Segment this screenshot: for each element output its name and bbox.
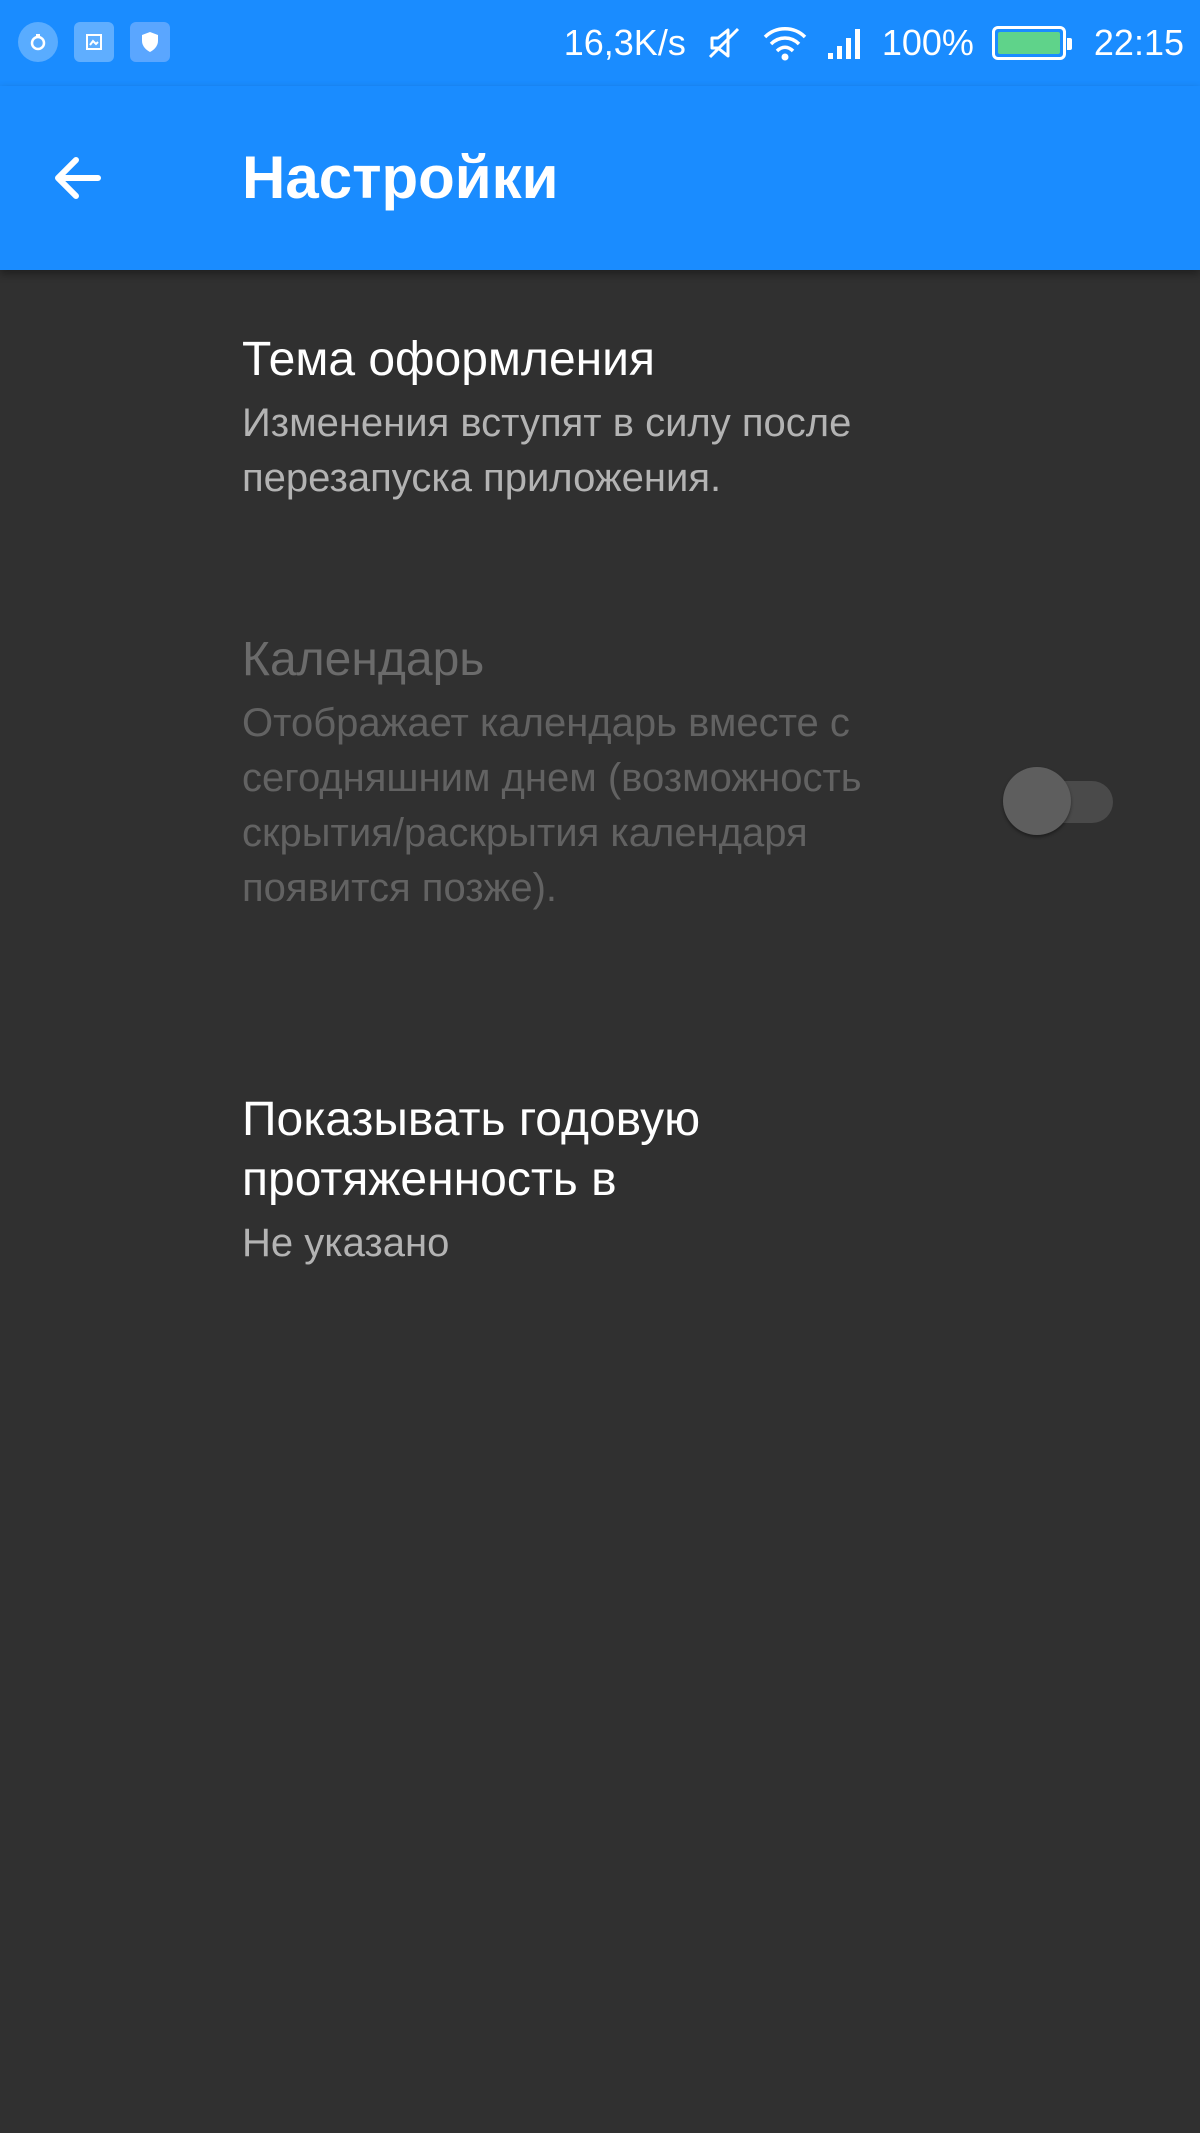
setting-year-length-summary: Не указано	[242, 1221, 450, 1265]
screenshot-icon	[74, 22, 114, 62]
setting-calendar-title: Календарь	[242, 633, 485, 686]
calendar-toggle-thumb	[1003, 767, 1071, 835]
setting-theme-title: Тема оформления	[242, 333, 655, 386]
notification-icons	[18, 22, 170, 62]
setting-theme[interactable]: Тема оформления Изменения вступят в силу…	[242, 330, 1142, 506]
network-speed: 16,3K/s	[563, 22, 686, 63]
shield-icon	[130, 22, 170, 62]
setting-year-length[interactable]: Показывать годовую протяженность в Не ук…	[242, 1090, 1142, 1271]
app-bar: Настройки	[0, 86, 1200, 270]
setting-year-length-title: Показывать годовую протяженность в	[242, 1093, 701, 1206]
calendar-toggle[interactable]	[1003, 767, 1115, 835]
signal-icon	[826, 23, 864, 63]
wifi-icon	[762, 23, 808, 63]
setting-calendar-summary: Отображает календарь вместе с сегодняшни…	[242, 701, 862, 910]
mute-icon	[704, 23, 744, 63]
status-indicators: 16,3K/s 100% 22:15	[564, 0, 1184, 86]
status-bar: 16,3K/s 100% 22:15	[0, 0, 1200, 86]
notification-icon	[18, 22, 58, 62]
battery-icon	[991, 26, 1072, 60]
setting-theme-summary: Изменения вступят в силу после перезапус…	[242, 401, 852, 500]
setting-calendar[interactable]: Календарь Отображает календарь вместе с …	[242, 630, 982, 916]
page-title: Настройки	[242, 144, 559, 211]
back-button[interactable]	[38, 138, 118, 218]
arrow-back-icon	[55, 157, 101, 199]
battery-percent: 100%	[881, 22, 974, 63]
clock: 22:15	[1093, 22, 1184, 63]
battery-fill	[997, 32, 1060, 54]
